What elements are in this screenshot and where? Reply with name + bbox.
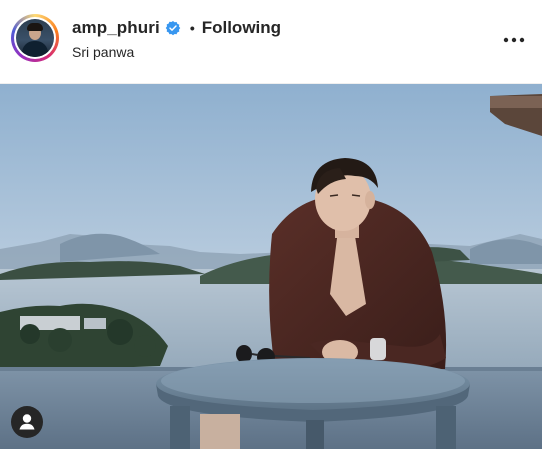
more-options-icon[interactable] bbox=[502, 30, 526, 50]
verified-badge-icon bbox=[165, 20, 181, 36]
location-link[interactable]: Sri panwa bbox=[72, 44, 134, 60]
username-link[interactable]: amp_phuri bbox=[72, 18, 160, 38]
avatar[interactable] bbox=[14, 17, 56, 59]
story-ring[interactable] bbox=[11, 14, 59, 62]
separator-dot: • bbox=[189, 20, 195, 36]
user-row: amp_phuri • Following bbox=[72, 17, 281, 39]
following-button[interactable]: Following bbox=[202, 18, 281, 38]
post-photo[interactable] bbox=[0, 84, 542, 449]
avatar-image bbox=[16, 19, 54, 57]
post-header: amp_phuri • Following Sri panwa bbox=[0, 0, 542, 84]
user-tag-icon[interactable] bbox=[11, 406, 43, 438]
